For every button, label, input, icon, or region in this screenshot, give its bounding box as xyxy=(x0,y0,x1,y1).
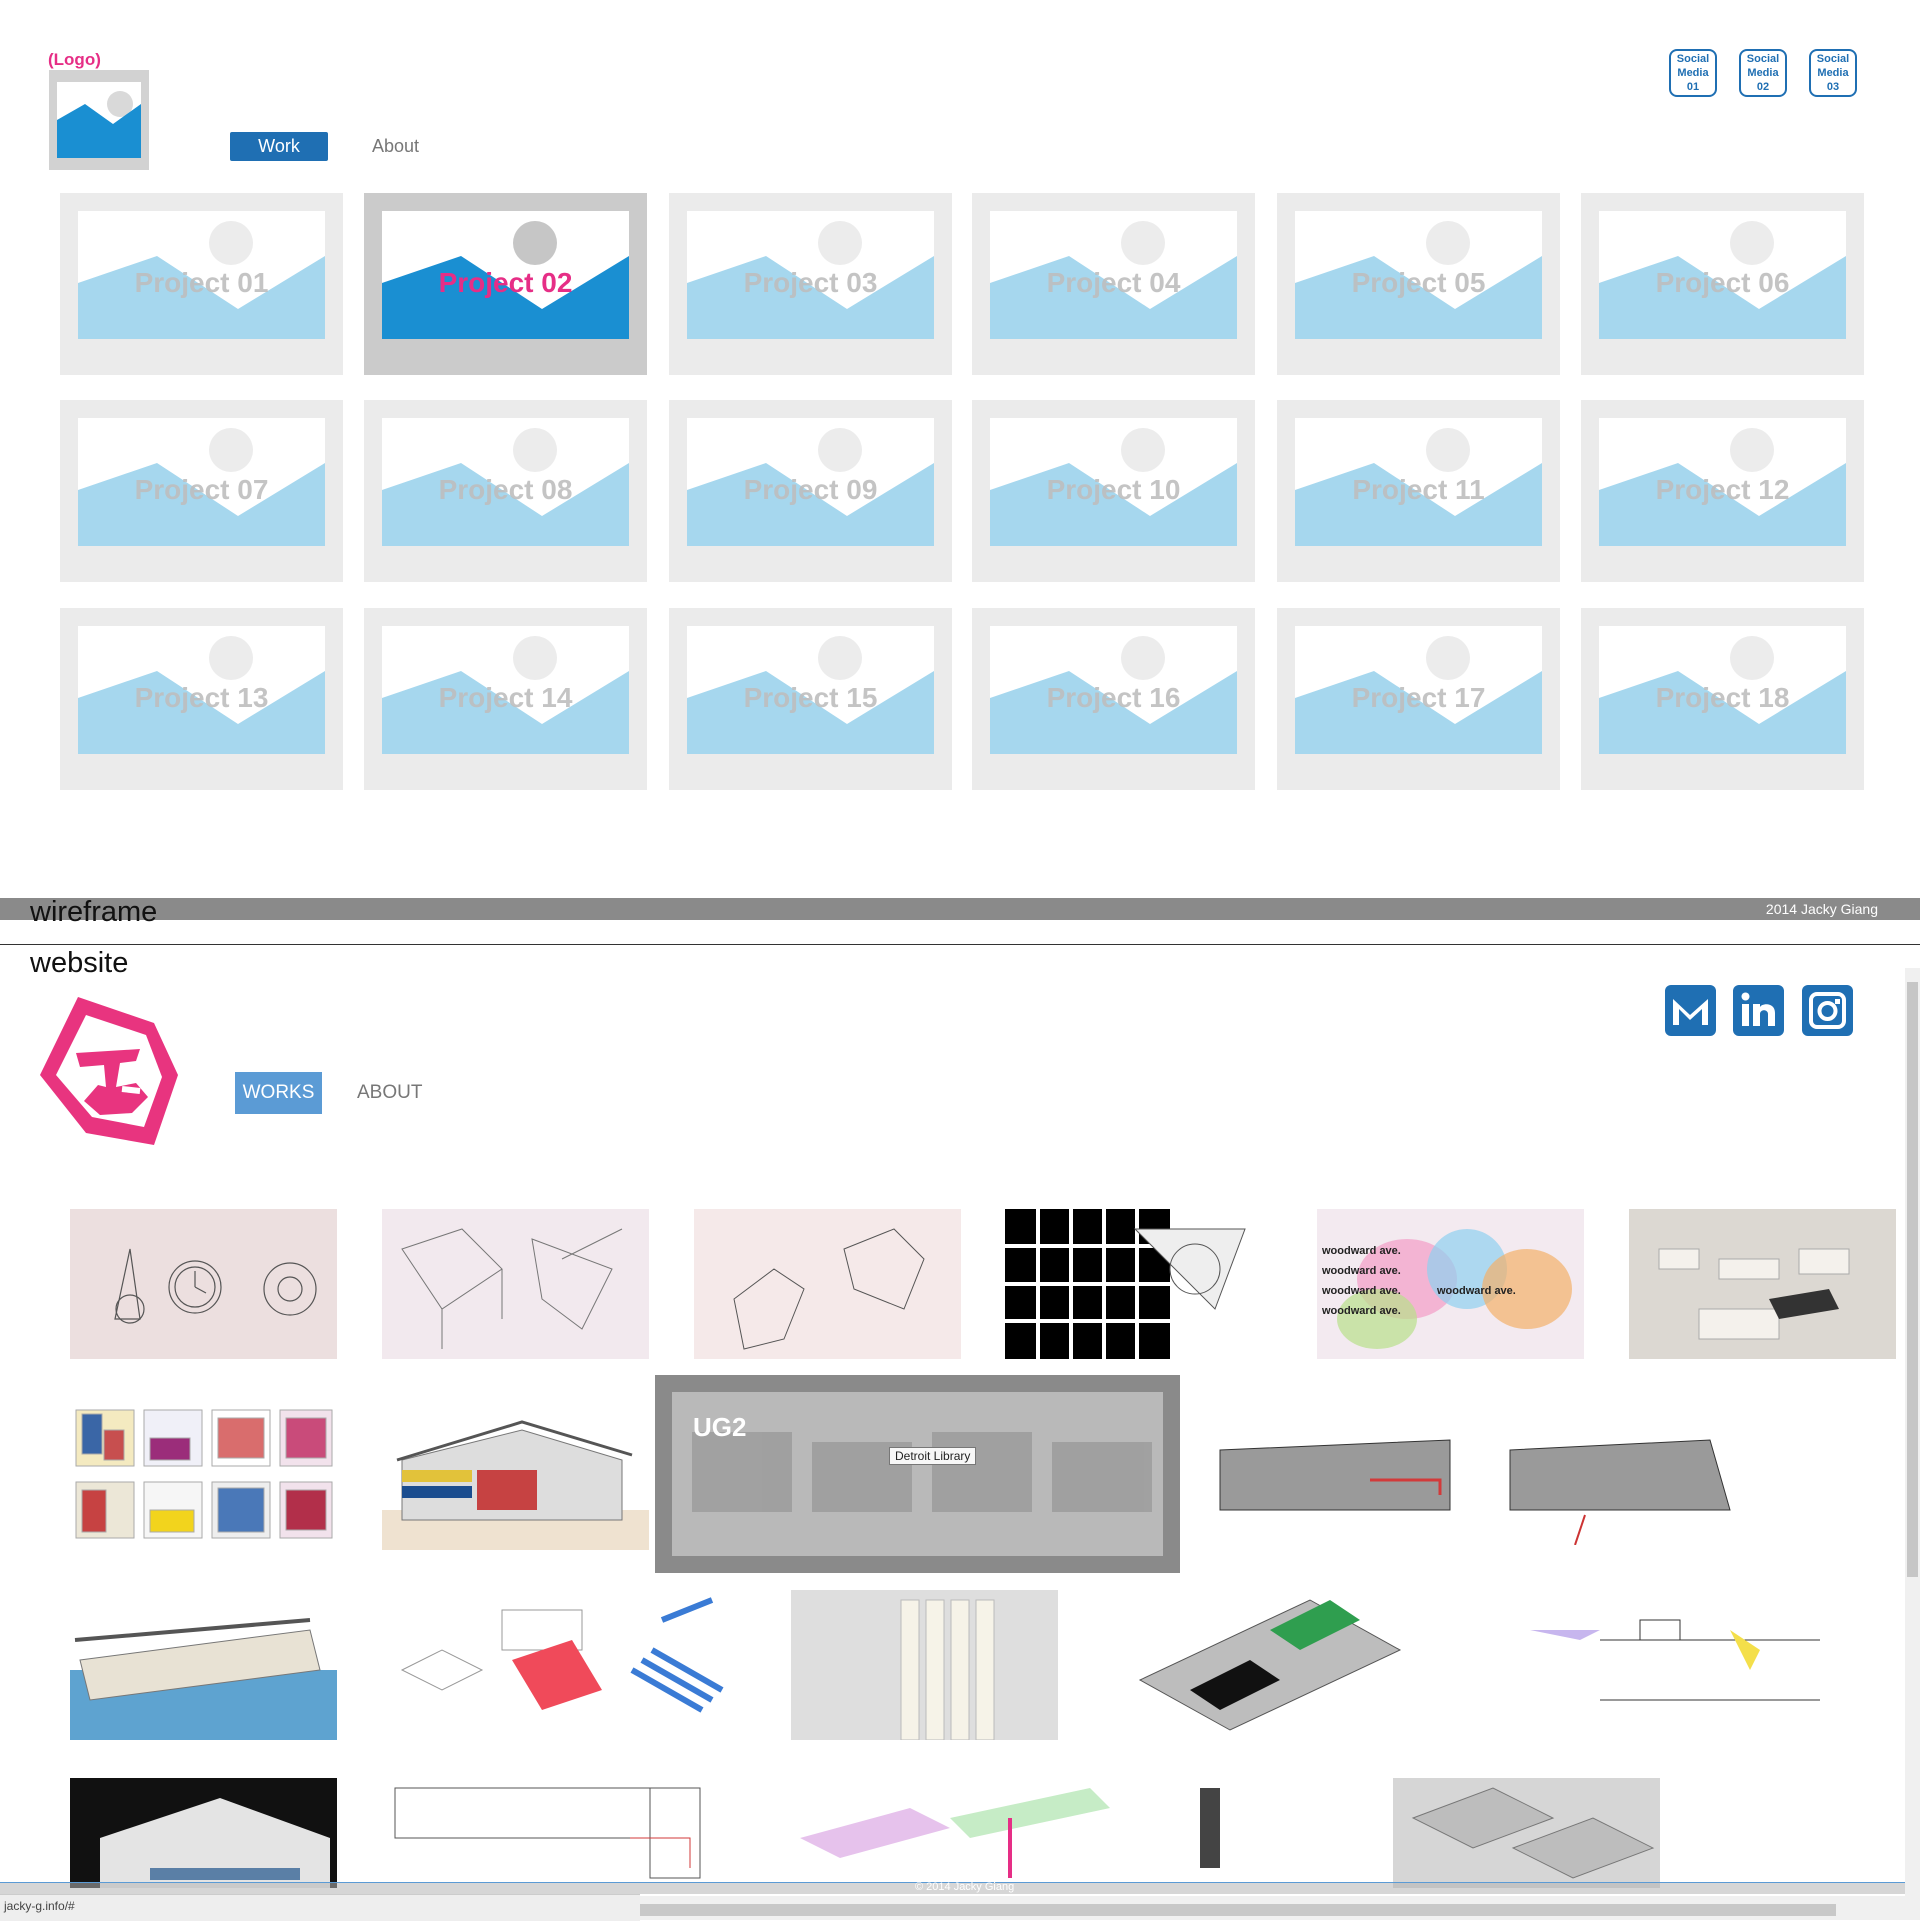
svg-text:woodward ave.: woodward ave. xyxy=(1321,1305,1401,1317)
wireframe-nav-work[interactable]: Work xyxy=(230,132,328,161)
site-nav-works[interactable]: WORKS xyxy=(235,1072,322,1114)
site-nav-about[interactable]: ABOUT xyxy=(357,1072,422,1114)
project-card[interactable]: Project 14 xyxy=(364,608,647,790)
project-card-label: Project 14 xyxy=(438,682,573,713)
project-card-label: Project 03 xyxy=(743,267,878,298)
project-card[interactable]: Project 11 xyxy=(1277,400,1560,582)
project-card[interactable]: Project 02 xyxy=(364,193,647,375)
project-card[interactable]: Project 10 xyxy=(972,400,1255,582)
hover-tooltip: Detroit Library xyxy=(889,1447,977,1465)
project-card[interactable]: Project 08 xyxy=(364,400,647,582)
horizontal-scrollbar-thumb[interactable] xyxy=(640,1904,1836,1916)
project-card[interactable]: Project 15 xyxy=(669,608,952,790)
project-card-label: Project 08 xyxy=(438,474,573,505)
project-card[interactable]: Project 01 xyxy=(60,193,343,375)
project-card-label: Project 11 xyxy=(1352,474,1485,505)
project-thumbnail-sketch-3[interactable] xyxy=(694,1209,961,1359)
project-card-label: Project 09 xyxy=(743,474,878,505)
wireframe-nav-about[interactable]: About xyxy=(372,132,419,161)
project-card[interactable]: Project 16 xyxy=(972,608,1255,790)
project-card-label: Project 12 xyxy=(1655,474,1790,505)
project-card[interactable]: Project 18 xyxy=(1581,608,1864,790)
project-card-label: Project 13 xyxy=(134,682,269,713)
project-card[interactable]: Project 03 xyxy=(669,193,952,375)
project-card-label: Project 18 xyxy=(1655,682,1790,713)
svg-text:woodward ave.: woodward ave. xyxy=(1321,1285,1401,1297)
linkedin-icon[interactable] xyxy=(1733,985,1784,1036)
wireframe-footer-copyright: 2014 Jacky Giang xyxy=(1765,901,1878,917)
browser-status-bar xyxy=(0,1894,640,1921)
hover-project-title: UG2 xyxy=(693,1412,747,1442)
project-thumbnail-swatches[interactable] xyxy=(70,1400,337,1550)
project-thumbnail-axon-plan[interactable] xyxy=(1100,1590,1470,1740)
browser-status-url: jacky-g.info/# xyxy=(4,1899,75,1913)
project-card-label: Project 15 xyxy=(743,682,878,713)
social-media-02-button[interactable]: Social Media 02 xyxy=(1739,49,1787,97)
project-card-label: Project 06 xyxy=(1655,267,1790,298)
project-card-label: Project 04 xyxy=(1046,267,1181,298)
project-thumbnail-woodward[interactable]: woodward ave. woodward ave. woodward ave. w… xyxy=(1317,1209,1584,1359)
project-thumbnail-dark-model[interactable] xyxy=(70,1778,337,1888)
project-card[interactable]: Project 09 xyxy=(669,400,952,582)
wireframe-logo-label: (Logo) xyxy=(48,50,101,69)
project-card-label: Project 07 xyxy=(134,474,269,505)
project-thumbnail-colorful-model[interactable] xyxy=(382,1400,649,1550)
wireframe-footer-bar xyxy=(0,898,1920,920)
project-card[interactable]: Project 05 xyxy=(1277,193,1560,375)
svg-text:woodward ave.: woodward ave. xyxy=(1321,1245,1401,1257)
project-thumbnail-program-plan[interactable] xyxy=(390,1778,710,1888)
project-card-label: Project 02 xyxy=(438,267,573,298)
project-thumbnail-diagrams[interactable] xyxy=(382,1590,742,1740)
mail-icon[interactable] xyxy=(1665,985,1716,1036)
project-thumbnail-gray-axon[interactable] xyxy=(1393,1778,1660,1888)
project-card[interactable]: Project 06 xyxy=(1581,193,1864,375)
project-card[interactable]: Project 17 xyxy=(1277,608,1560,790)
project-card[interactable]: Project 04 xyxy=(972,193,1255,375)
wireframe-logo-image-icon[interactable] xyxy=(49,70,149,170)
project-card-label: Project 01 xyxy=(134,267,269,298)
section-label-website: website xyxy=(30,947,129,979)
site-footer-copyright: © 2014 Jacky Giang xyxy=(915,1881,1015,1893)
project-card[interactable]: Project 13 xyxy=(60,608,343,790)
site-logo[interactable] xyxy=(36,995,182,1150)
project-thumbnail-pocket-watch[interactable] xyxy=(70,1209,337,1359)
project-card[interactable]: Project 07 xyxy=(60,400,343,582)
project-thumbnail-sections[interactable] xyxy=(1190,1420,1740,1545)
instagram-icon[interactable] xyxy=(1802,985,1853,1036)
project-card-label: Project 17 xyxy=(1351,682,1486,713)
social-media-03-button[interactable]: Social Media 03 xyxy=(1809,49,1857,97)
project-thumbnail-section-drawing[interactable] xyxy=(1520,1590,1840,1740)
project-thumbnail-facade-model[interactable] xyxy=(791,1590,1058,1740)
project-thumbnail-sketch-2[interactable] xyxy=(382,1209,649,1359)
project-thumbnail-site-model[interactable] xyxy=(1629,1209,1896,1359)
project-thumbnail-black-grid[interactable] xyxy=(1005,1209,1272,1359)
project-card[interactable]: Project 12 xyxy=(1581,400,1864,582)
section-label-wireframe: wireframe xyxy=(30,896,158,928)
project-card-label: Project 16 xyxy=(1046,682,1181,713)
section-divider xyxy=(0,944,1920,945)
project-thumbnail-exploded-axon[interactable] xyxy=(790,1778,1350,1888)
project-card-label: Project 10 xyxy=(1046,474,1181,505)
svg-text:woodward ave.: woodward ave. xyxy=(1321,1265,1401,1277)
vertical-scrollbar-thumb[interactable] xyxy=(1907,982,1918,1577)
project-thumbnail-pavilion-model[interactable] xyxy=(70,1590,337,1740)
project-card-label: Project 05 xyxy=(1351,267,1486,298)
svg-text:woodward ave.: woodward ave. xyxy=(1436,1285,1516,1297)
social-media-01-button[interactable]: Social Media 01 xyxy=(1669,49,1717,97)
